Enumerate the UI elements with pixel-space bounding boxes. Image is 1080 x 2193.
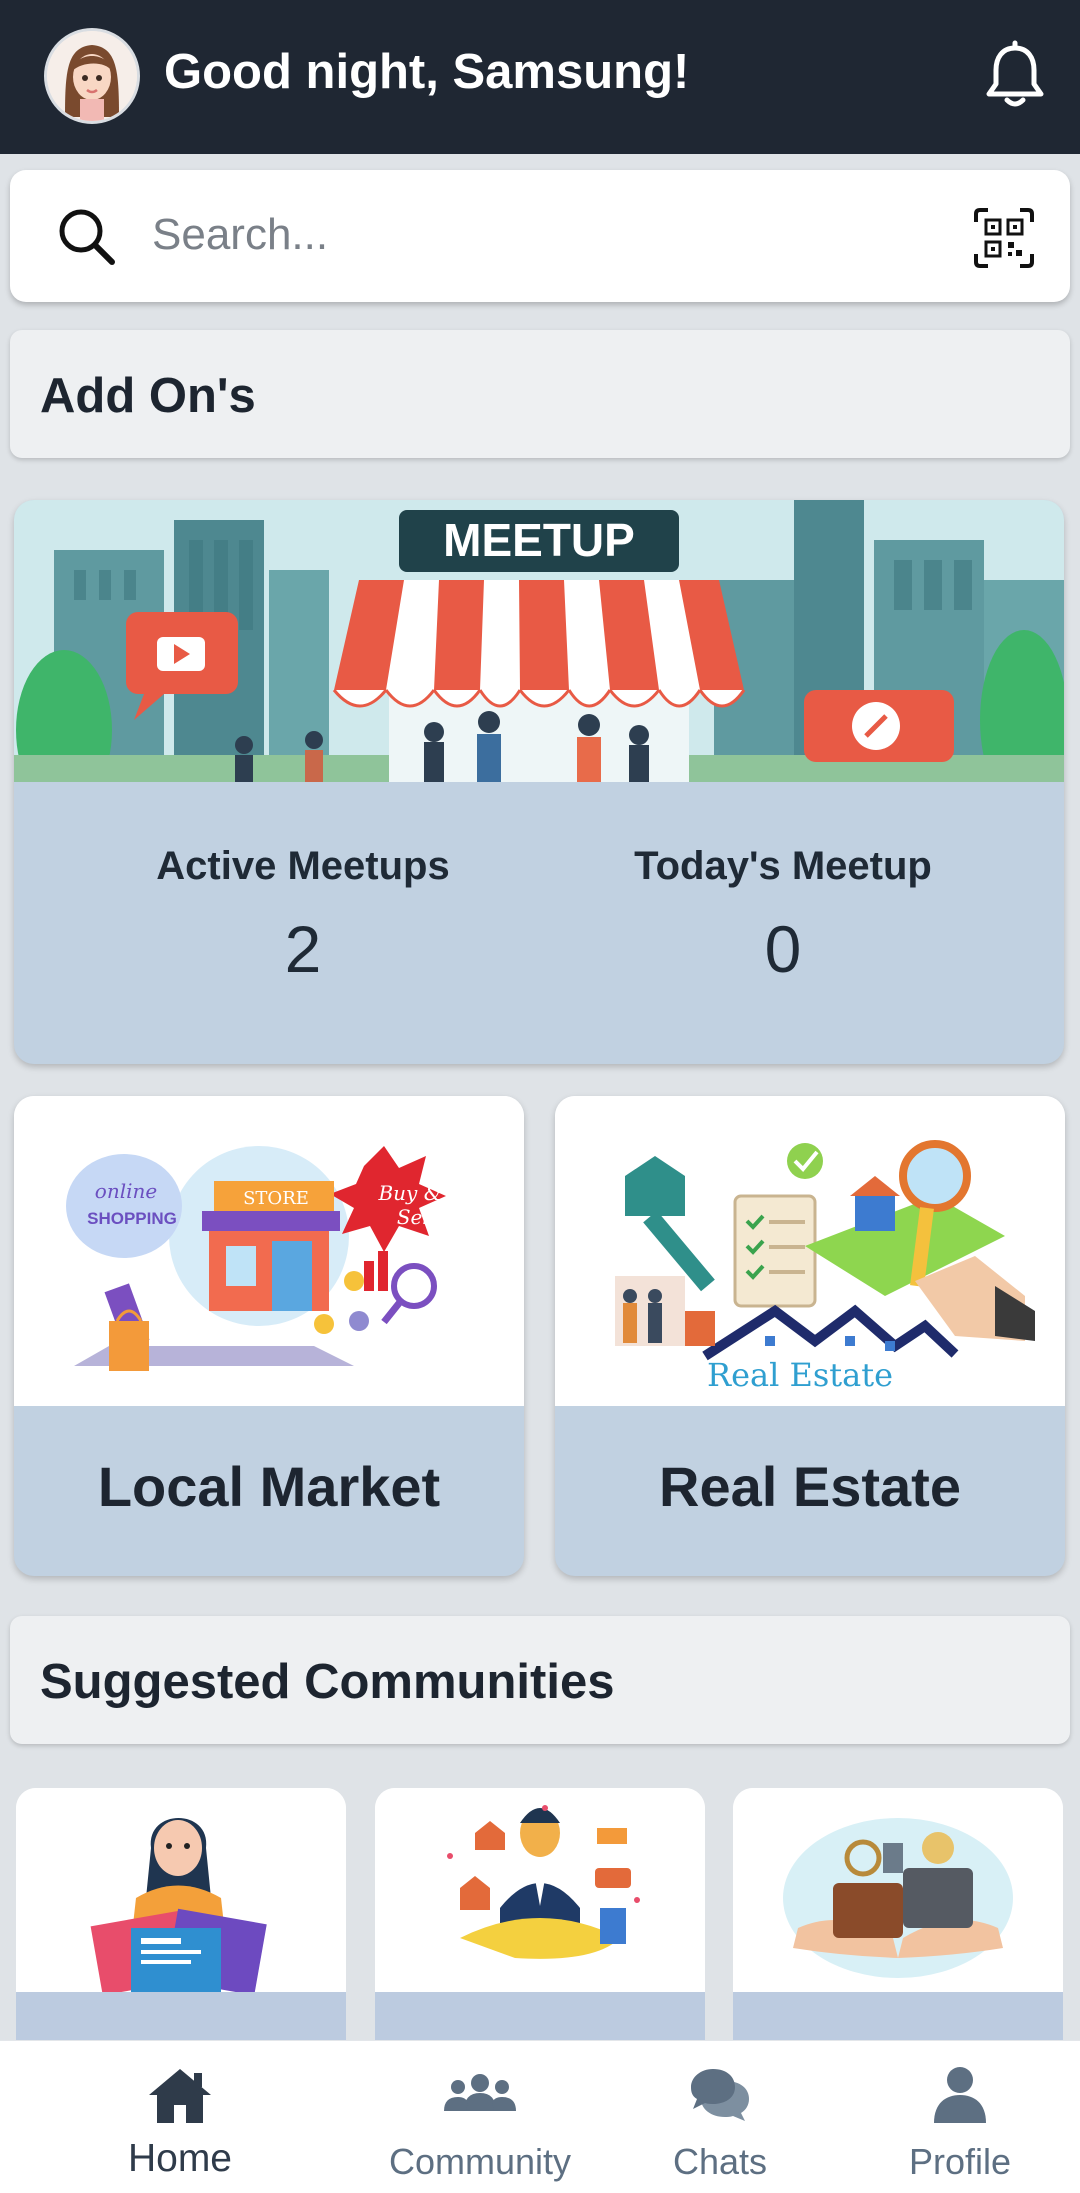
addons-section-header: Add On's — [10, 330, 1070, 458]
active-meetups-stat: Active Meetups 2 — [78, 844, 528, 987]
local-market-image: online SHOPPING Buy & Sell STORE — [14, 1096, 524, 1406]
greeting-text: Good night, Samsung! — [164, 45, 690, 99]
community-card[interactable] — [16, 1788, 346, 2048]
todays-meetup-stat: Today's Meetup 0 — [558, 844, 1008, 987]
community-card-image — [375, 1788, 705, 1992]
nav-label: Chats — [672, 2141, 768, 2182]
meetup-banner-image: MEETUP — [14, 500, 1064, 782]
real-estate-label: Real Estate — [659, 1455, 961, 1518]
avatar[interactable] — [44, 28, 140, 124]
nav-label: Community — [388, 2141, 572, 2182]
nav-community[interactable]: Community — [380, 2041, 580, 2193]
search-icon — [54, 204, 120, 270]
svg-text:online: online — [95, 1179, 157, 1203]
nav-profile[interactable]: Profile — [860, 2041, 1060, 2193]
local-market-label: Local Market — [97, 1455, 441, 1518]
active-meetups-value: 2 — [284, 912, 322, 986]
communities-title: Suggested Communities — [40, 1655, 615, 1709]
meetup-banner-title: MEETUP — [443, 514, 635, 566]
bottom-nav: Home Community Chats Profile — [0, 2040, 1080, 2193]
nav-label: Home — [127, 2137, 233, 2180]
todays-meetup-label: Today's Meetup — [634, 844, 932, 888]
app-header: Good night, Samsung! — [0, 0, 1080, 154]
community-card[interactable] — [375, 1788, 705, 2048]
local-market-tile[interactable]: online SHOPPING Buy & Sell STORE Local M… — [14, 1096, 524, 1576]
search-bar[interactable]: Search... — [10, 170, 1070, 302]
svg-text:Buy &: Buy & — [377, 1181, 441, 1205]
todays-meetup-value: 0 — [764, 912, 802, 986]
active-meetups-label: Active Meetups — [156, 844, 450, 888]
real-estate-image: Real Estate — [555, 1096, 1065, 1406]
svg-text:STORE: STORE — [243, 1188, 309, 1209]
nav-chats[interactable]: Chats — [620, 2041, 820, 2193]
search-input[interactable]: Search... — [152, 210, 328, 260]
svg-text:Real Estate: Real Estate — [707, 1356, 893, 1394]
svg-text:SHOPPING: SHOPPING — [87, 1209, 177, 1228]
avatar-illustration — [47, 31, 137, 121]
community-card[interactable] — [733, 1788, 1063, 2048]
nav-label: Profile — [908, 2141, 1012, 2182]
nav-home[interactable]: Home — [80, 2041, 280, 2193]
community-card-image — [16, 1788, 346, 1996]
svg-text:Sell: Sell — [397, 1205, 435, 1229]
bell-icon[interactable] — [980, 40, 1050, 112]
chats-icon — [689, 2065, 751, 2128]
qr-scan-icon[interactable] — [972, 206, 1036, 275]
community-icon — [444, 2073, 516, 2118]
community-card-image — [733, 1788, 1063, 1992]
real-estate-tile[interactable]: Real Estate Real Estate — [555, 1096, 1065, 1576]
communities-section-header: Suggested Communities — [10, 1616, 1070, 1744]
home-icon — [147, 2065, 213, 2130]
profile-icon — [932, 2065, 988, 2130]
addons-title: Add On's — [40, 369, 256, 423]
meetup-card[interactable]: MEETUP Active Meetups 2 Today's Meetup 0 — [14, 500, 1064, 1064]
